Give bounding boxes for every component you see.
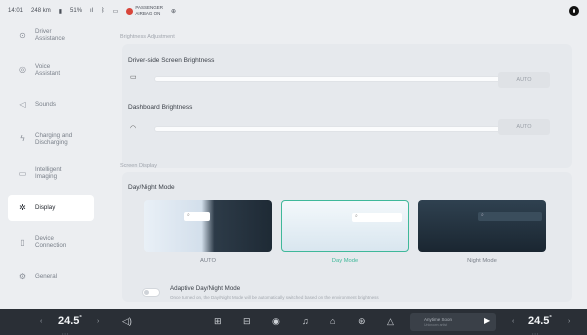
sidebar-item-general[interactable]: ⚙ General xyxy=(8,264,94,290)
adaptive-description: Once turned on, the Day/Night Mode will … xyxy=(170,295,379,300)
mode-night-preview[interactable]: ⌕ xyxy=(418,200,546,252)
sidebar-item-sounds[interactable]: ◁ Sounds xyxy=(8,91,94,117)
temp-left-increase-icon[interactable]: › xyxy=(97,318,99,325)
dashboard-brightness-label: Dashboard Brightness xyxy=(128,104,193,111)
mode-night-label: Night Mode xyxy=(467,258,497,264)
status-bar: 14:01 248 km ▮ 51% ıl ᛒ ▭ PASSENGER AIRB… xyxy=(0,0,587,22)
sidebar-item-display[interactable]: ✲ Display xyxy=(8,194,94,221)
sidebar-item-charging[interactable]: ϟ Charging and Discharging xyxy=(8,126,94,152)
adaptive-title: Adaptive Day/Night Mode xyxy=(170,285,241,292)
settings-icon: ⚙ xyxy=(18,272,27,281)
steering-icon: ⊙ xyxy=(19,30,26,40)
airbag-line2: AIRBAG ON xyxy=(135,11,161,16)
sidebar-item-label: Display xyxy=(35,204,56,211)
sidebar-item-label: Charging and Discharging xyxy=(35,131,73,146)
sidebar-item-imaging[interactable]: ▭ Intelligent Imaging xyxy=(8,160,94,186)
mode-day-label: Day Mode xyxy=(331,258,359,264)
airbag-icon xyxy=(126,7,134,15)
search-icon: ⌕ xyxy=(352,213,402,222)
right-temp-dots: ••• xyxy=(532,331,540,335)
status-time: 14:01 xyxy=(8,8,24,14)
camera-360-icon[interactable]: ◉ xyxy=(272,316,280,327)
sidebar-item-voice-assistant[interactable]: ◎ Voice Assistant xyxy=(8,57,94,83)
sidebar-item-label: Voice Assistant xyxy=(35,62,61,77)
screen-icon: ▭ xyxy=(130,74,137,81)
car-icon[interactable]: ⊟ xyxy=(243,316,251,327)
adaptive-toggle[interactable] xyxy=(142,288,160,297)
media-title: Anytime Soon xyxy=(424,317,453,322)
driver-brightness-label: Driver-side Screen Brightness xyxy=(128,57,215,64)
settings-sidebar: ⊙ Driver Assistance ◎ Voice Assistant ◁ … xyxy=(8,22,94,292)
battery-icon: ▮ xyxy=(58,8,63,15)
driver-auto-button[interactable]: AUTO xyxy=(498,72,550,88)
bottom-dock: ‹ 24.5° ••• › ◁) ⊞ ⊟ ◉ ♫ ⌂ ⊛ △ Anytime S… xyxy=(0,309,587,335)
status-battery: 51% xyxy=(70,8,83,14)
speaker-icon: ◁ xyxy=(19,99,26,109)
driver-brightness-slider[interactable] xyxy=(154,75,527,83)
left-temperature: 24.5° xyxy=(58,315,82,327)
defrost-icon[interactable]: ⊛ xyxy=(358,316,366,327)
mode-auto-label: AUTO xyxy=(200,258,216,264)
sidebar-item-label: Intelligent Imaging xyxy=(35,166,62,180)
right-temp-degree: ° xyxy=(549,315,552,322)
gauge-icon: ◠ xyxy=(130,125,137,132)
apps-grid-icon[interactable]: ⊞ xyxy=(214,316,222,327)
sidebar-item-device-connection[interactable]: ▯ Device Connection xyxy=(8,229,94,255)
signal-icon: ıl xyxy=(90,8,94,14)
sidebar-item-label: Device Connection xyxy=(35,235,67,249)
location-icon: ⊕ xyxy=(171,8,177,15)
right-temp-value: 24.5 xyxy=(528,315,550,327)
right-temperature: 24.5° xyxy=(528,315,552,327)
device-icon: ▯ xyxy=(20,237,25,247)
display-settings-panel: Brightness Adjustment Driver-side Screen… xyxy=(108,22,578,302)
airbag-status: PASSENGER AIRBAG ON xyxy=(126,5,163,17)
search-icon: ⌕ xyxy=(184,212,210,221)
mode-day-preview[interactable]: ⌕ xyxy=(281,200,409,252)
brightness-section-title: Brightness Adjustment xyxy=(120,34,175,40)
sidebar-item-driver-assistance[interactable]: ⊙ Driver Assistance xyxy=(8,22,94,48)
dashboard-auto-button[interactable]: AUTO xyxy=(498,119,550,135)
daynight-label: Day/Night Mode xyxy=(128,184,175,191)
temp-right-increase-icon[interactable]: › xyxy=(568,318,570,325)
left-temp-value: 24.5 xyxy=(58,315,80,327)
left-temp-degree: ° xyxy=(79,315,82,322)
volume-icon[interactable]: ◁) xyxy=(122,316,132,327)
user-avatar[interactable] xyxy=(569,6,579,16)
navigation-icon[interactable]: △ xyxy=(387,316,394,327)
play-icon[interactable]: ▶ xyxy=(484,316,490,325)
bluetooth-icon: ᛒ xyxy=(101,8,105,14)
search-icon: ⌕ xyxy=(478,212,542,221)
music-icon[interactable]: ♫ xyxy=(302,316,309,326)
media-player[interactable]: Anytime Soon Unknown artist ▶ xyxy=(410,313,496,331)
temp-left-decrease-icon[interactable]: ‹ xyxy=(40,318,42,325)
sidebar-item-label: General xyxy=(35,273,58,280)
mic-icon: ◎ xyxy=(19,65,26,74)
mode-auto-preview[interactable]: ⌕ xyxy=(144,200,272,252)
folder-icon: ▭ xyxy=(112,8,119,15)
charge-icon: ϟ xyxy=(20,134,25,143)
home-icon[interactable]: ⌂ xyxy=(330,316,335,326)
sidebar-item-label: Driver Assistance xyxy=(35,28,65,42)
camera-icon: ▭ xyxy=(18,168,27,178)
sun-icon: ✲ xyxy=(19,203,26,212)
display-section-title: Screen Display xyxy=(120,163,157,169)
sidebar-item-label: Sounds xyxy=(35,100,56,108)
temp-right-decrease-icon[interactable]: ‹ xyxy=(512,318,514,325)
left-temp-dots: ••• xyxy=(62,331,70,335)
media-subtitle: Unknown artist xyxy=(424,323,448,327)
status-range: 248 km xyxy=(31,8,51,14)
dashboard-brightness-slider[interactable] xyxy=(154,125,527,133)
